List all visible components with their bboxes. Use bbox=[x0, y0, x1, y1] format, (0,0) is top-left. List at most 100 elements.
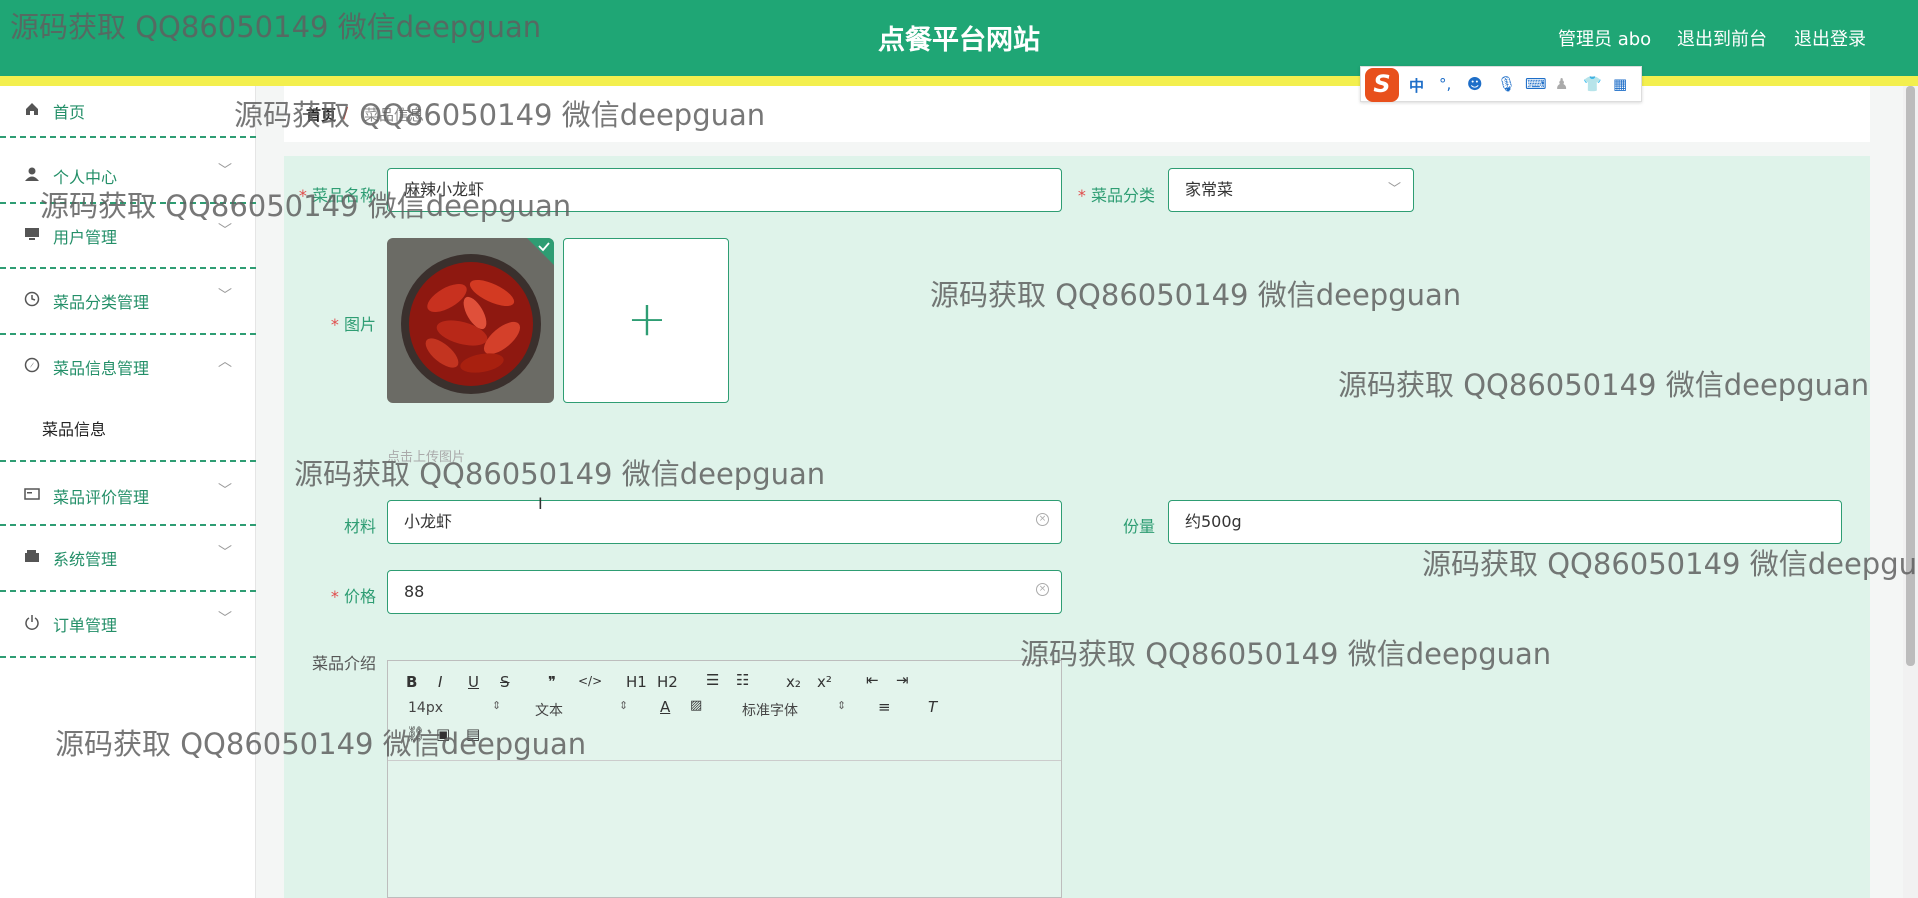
portion-input[interactable]: 约500g bbox=[1168, 500, 1842, 544]
wallet-icon bbox=[25, 550, 39, 562]
rich-text-editor[interactable]: B I U S ❞ </> H1 H2 ☰ ☷ x₂ x² ⇤ ⇥ 14px ⇕… bbox=[387, 660, 1062, 898]
logout-link[interactable]: 退出登录 bbox=[1794, 25, 1866, 51]
chevron-down-icon: ﹀ bbox=[218, 163, 232, 179]
sidebar-subitem-dish-info[interactable]: 菜品信息 bbox=[42, 416, 106, 440]
skin-icon[interactable]: 👕 bbox=[1583, 75, 1602, 93]
sidebar-item-label: 个人中心 bbox=[53, 168, 118, 187]
monitor-icon bbox=[25, 228, 39, 240]
image-label: * 图片 bbox=[330, 315, 376, 334]
sidebar-item-category-management[interactable]: 菜品分类管理 ﹀ bbox=[0, 269, 256, 335]
chevron-down-icon: ﹀ bbox=[218, 611, 232, 627]
keyboard-icon[interactable]: ⌨ bbox=[1525, 75, 1547, 93]
upload-hint: 点击上传图片 bbox=[387, 450, 466, 465]
chevron-down-icon: ﹀ bbox=[218, 223, 232, 239]
clock-icon bbox=[24, 291, 40, 307]
sidebar-item-system-management[interactable]: 系统管理 ﹀ bbox=[0, 526, 256, 592]
material-input[interactable]: 小龙虾 bbox=[387, 500, 1062, 544]
sidebar-item-review-management[interactable]: 菜品评价管理 ﹀ bbox=[0, 462, 256, 526]
exit-to-front-link[interactable]: 退出到前台 bbox=[1677, 25, 1767, 51]
chevron-updown-icon: ⇕ bbox=[492, 699, 502, 712]
ordered-list-icon[interactable]: ☰ bbox=[706, 671, 719, 689]
ime-toolbar: S 中 °, ☻ 🎙 ⌨ ♟ 👕 ▦ bbox=[1360, 66, 1642, 102]
sidebar-item-label: 系统管理 bbox=[53, 550, 118, 569]
power-icon bbox=[25, 615, 39, 630]
sidebar-item-home[interactable]: 首页 bbox=[0, 86, 256, 138]
text-cursor-icon: I bbox=[538, 494, 543, 513]
blockquote-button[interactable]: ❞ bbox=[548, 673, 556, 691]
breadcrumb-current: 菜品信息 bbox=[364, 106, 425, 124]
dish-image-thumbnail[interactable] bbox=[387, 238, 554, 403]
chevron-updown-icon: ⇕ bbox=[837, 699, 847, 712]
sidebar: 首页 个人中心 ﹀ 用户管理 ﹀ 菜品分类管理 ﹀ 菜品信息管理 ︿ 菜品评价管… bbox=[0, 86, 256, 898]
sogou-logo-icon[interactable]: S bbox=[1365, 68, 1399, 102]
indent-icon[interactable]: ⇥ bbox=[896, 671, 909, 689]
user-icon bbox=[25, 167, 39, 181]
material-label: 材料 bbox=[343, 517, 376, 536]
plus-icon: + bbox=[626, 291, 668, 347]
font-color-icon[interactable]: A bbox=[660, 698, 670, 716]
chinese-mode-icon[interactable]: 中 bbox=[1409, 75, 1424, 96]
bullet-list-icon[interactable]: ☷ bbox=[736, 671, 749, 689]
clear-icon[interactable]: × bbox=[1036, 583, 1049, 596]
strike-button[interactable]: S bbox=[500, 673, 510, 691]
grid-icon[interactable]: ▦ bbox=[1613, 75, 1627, 93]
editor-toolbar: B I U S ❞ </> H1 H2 ☰ ☷ x₂ x² ⇤ ⇥ 14px ⇕… bbox=[388, 661, 1061, 761]
card-icon bbox=[24, 488, 40, 500]
sidebar-item-order-management[interactable]: 订单管理 ﹀ bbox=[0, 592, 256, 658]
chevron-up-icon: ︿ bbox=[218, 354, 232, 370]
price-input[interactable]: 88 bbox=[387, 570, 1062, 614]
microphone-icon[interactable]: 🎙 bbox=[1497, 75, 1516, 93]
sidebar-item-label: 菜品评价管理 bbox=[53, 488, 150, 507]
emoji-icon[interactable]: ☻ bbox=[1467, 75, 1483, 93]
sidebar-item-label: 菜品信息管理 bbox=[53, 359, 150, 378]
chevron-updown-icon: ⇕ bbox=[619, 699, 629, 712]
link-icon[interactable]: ⛓ bbox=[406, 725, 425, 743]
punctuation-icon[interactable]: °, bbox=[1439, 75, 1451, 93]
clear-icon[interactable]: × bbox=[1036, 513, 1049, 526]
chevron-down-icon: ﹀ bbox=[1387, 182, 1401, 197]
image-upload-box[interactable]: + bbox=[563, 238, 729, 403]
sidebar-item-label: 订单管理 bbox=[53, 616, 118, 635]
portion-label: 份量 bbox=[1122, 517, 1155, 536]
image-icon[interactable]: ▣ bbox=[436, 725, 450, 743]
h2-button[interactable]: H2 bbox=[657, 673, 678, 691]
user-icon[interactable]: ♟ bbox=[1555, 75, 1568, 93]
header-format-select[interactable]: 文本 bbox=[535, 700, 563, 720]
clear-format-icon[interactable]: T bbox=[928, 698, 937, 716]
sidebar-item-user-management[interactable]: 用户管理 ﹀ bbox=[0, 204, 256, 269]
bold-button[interactable]: B bbox=[406, 673, 417, 691]
code-block-button[interactable]: </> bbox=[578, 674, 602, 688]
dish-name-input[interactable]: 麻辣小龙虾 bbox=[387, 168, 1062, 212]
italic-button[interactable]: I bbox=[438, 673, 442, 691]
price-label: * 价格 bbox=[330, 587, 376, 606]
outdent-icon[interactable]: ⇤ bbox=[866, 671, 879, 689]
home-icon bbox=[26, 103, 38, 115]
sidebar-item-personal-center[interactable]: 个人中心 ﹀ bbox=[0, 138, 256, 204]
chevron-down-icon: ﹀ bbox=[218, 483, 232, 499]
background-color-icon[interactable]: ▨ bbox=[690, 698, 702, 713]
h1-button[interactable]: H1 bbox=[626, 673, 647, 691]
breadcrumb-home[interactable]: 首页 bbox=[306, 104, 336, 125]
align-icon[interactable]: ≡ bbox=[878, 698, 891, 716]
underline-button[interactable]: U bbox=[468, 673, 479, 691]
font-family-select[interactable]: 标准字体 bbox=[742, 700, 798, 720]
breadcrumb-separator: / bbox=[343, 104, 349, 122]
page-scrollbar[interactable] bbox=[1903, 86, 1918, 898]
dish-category-select[interactable]: 家常菜 ﹀ bbox=[1168, 168, 1414, 212]
compass-icon bbox=[24, 357, 40, 373]
dish-name-label: * 菜品名称 bbox=[298, 186, 376, 205]
subscript-button[interactable]: x₂ bbox=[786, 673, 801, 691]
dish-category-label: * 菜品分类 bbox=[1077, 186, 1155, 205]
intro-label: 菜品介绍 bbox=[311, 654, 376, 673]
video-icon[interactable]: ▤ bbox=[466, 725, 480, 743]
superscript-button[interactable]: x² bbox=[817, 673, 832, 691]
font-size-select[interactable]: 14px bbox=[408, 700, 443, 716]
admin-name[interactable]: 管理员 abo bbox=[1558, 25, 1651, 51]
chevron-down-icon: ﹀ bbox=[218, 545, 232, 561]
sidebar-item-label: 菜品分类管理 bbox=[53, 293, 150, 312]
sidebar-item-label: 用户管理 bbox=[53, 228, 118, 247]
sidebar-item-label: 首页 bbox=[53, 103, 86, 122]
sidebar-item-dish-management[interactable]: 菜品信息管理 ︿ bbox=[0, 335, 256, 462]
scrollbar-thumb[interactable] bbox=[1906, 86, 1915, 666]
chevron-down-icon: ﹀ bbox=[218, 288, 232, 304]
